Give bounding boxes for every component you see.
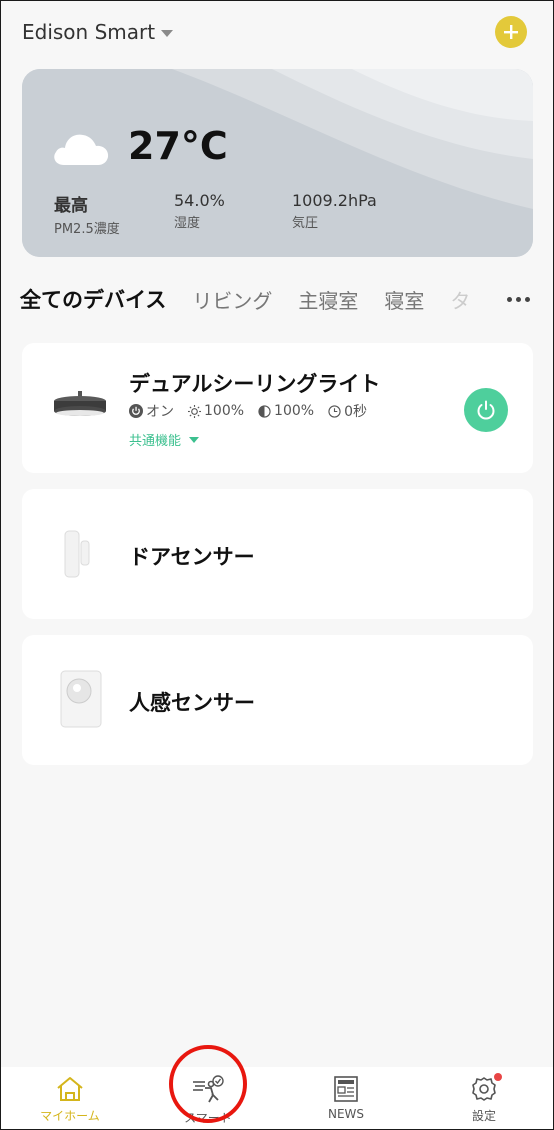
tab-partial[interactable]: タ	[450, 285, 470, 314]
room-tabs: 全てのデバイス リビング 主寝室 寝室 タ	[1, 277, 553, 321]
temperature: 27°C	[128, 124, 228, 168]
device-card-motion-sensor[interactable]: 人感センサー	[22, 635, 533, 765]
chevron-down-icon	[189, 436, 200, 443]
power-button[interactable]	[464, 388, 508, 432]
more-icon[interactable]	[499, 285, 537, 313]
common-functions-toggle[interactable]: 共通機能	[129, 430, 200, 449]
home-selector[interactable]: Edison Smart	[22, 20, 174, 44]
tab-living[interactable]: リビング	[192, 285, 272, 314]
power-icon	[477, 400, 495, 420]
timer-status: 0秒	[328, 401, 367, 421]
device-status: オン 100% 100% 0秒	[129, 401, 367, 421]
device-name: デュアルシーリングライト	[129, 372, 381, 396]
device-name: ドアセンサー	[129, 545, 255, 569]
nav-settings[interactable]: 設定	[415, 1067, 553, 1129]
device-name: 人感センサー	[129, 691, 255, 715]
brightness-icon	[188, 404, 201, 418]
add-device-button[interactable]	[495, 16, 527, 48]
contrast-icon	[258, 404, 271, 418]
clock-icon	[328, 404, 341, 418]
pm25-stat: 最高 PM2.5濃度	[54, 196, 120, 237]
brightness-status: 100%	[188, 403, 244, 419]
header: Edison Smart	[1, 1, 553, 65]
nav-news[interactable]: NEWS	[277, 1067, 415, 1129]
plus-icon	[504, 25, 518, 39]
tab-all-devices[interactable]: 全てのデバイス	[20, 284, 166, 314]
home-name: Edison Smart	[22, 20, 156, 44]
power-icon	[129, 404, 143, 418]
device-card-door-sensor[interactable]: ドアセンサー	[22, 489, 533, 619]
home-icon	[57, 1077, 83, 1101]
humidity-stat: 54.0% 湿度	[174, 191, 225, 231]
chevron-down-icon	[161, 29, 174, 37]
nav-my-home[interactable]: マイホーム	[1, 1067, 139, 1129]
tab-bedroom[interactable]: 寝室	[384, 285, 424, 314]
tab-master-bedroom[interactable]: 主寝室	[298, 285, 358, 314]
notification-dot	[494, 1073, 502, 1081]
color-temp-status: 100%	[258, 403, 314, 419]
cloud-icon	[54, 134, 109, 165]
device-card-ceiling-light[interactable]: デュアルシーリングライト オン 100% 100% 0秒 共通機能	[22, 343, 533, 473]
dot	[515, 296, 521, 302]
newspaper-icon	[334, 1076, 358, 1102]
power-status: オン	[129, 401, 174, 421]
bottom-nav: マイホーム スマート NEWS 設定	[1, 1067, 553, 1129]
highlight-circle	[169, 1045, 247, 1123]
door-sensor-image	[64, 530, 90, 578]
dot	[506, 296, 512, 302]
motion-sensor-image	[60, 670, 102, 728]
pressure-stat: 1009.2hPa 気圧	[292, 191, 377, 231]
dot	[524, 296, 530, 302]
weather-card[interactable]: 27°C 最高 PM2.5濃度 54.0% 湿度 1009.2hPa 気圧	[22, 69, 533, 257]
ceiling-light-image	[54, 391, 106, 416]
